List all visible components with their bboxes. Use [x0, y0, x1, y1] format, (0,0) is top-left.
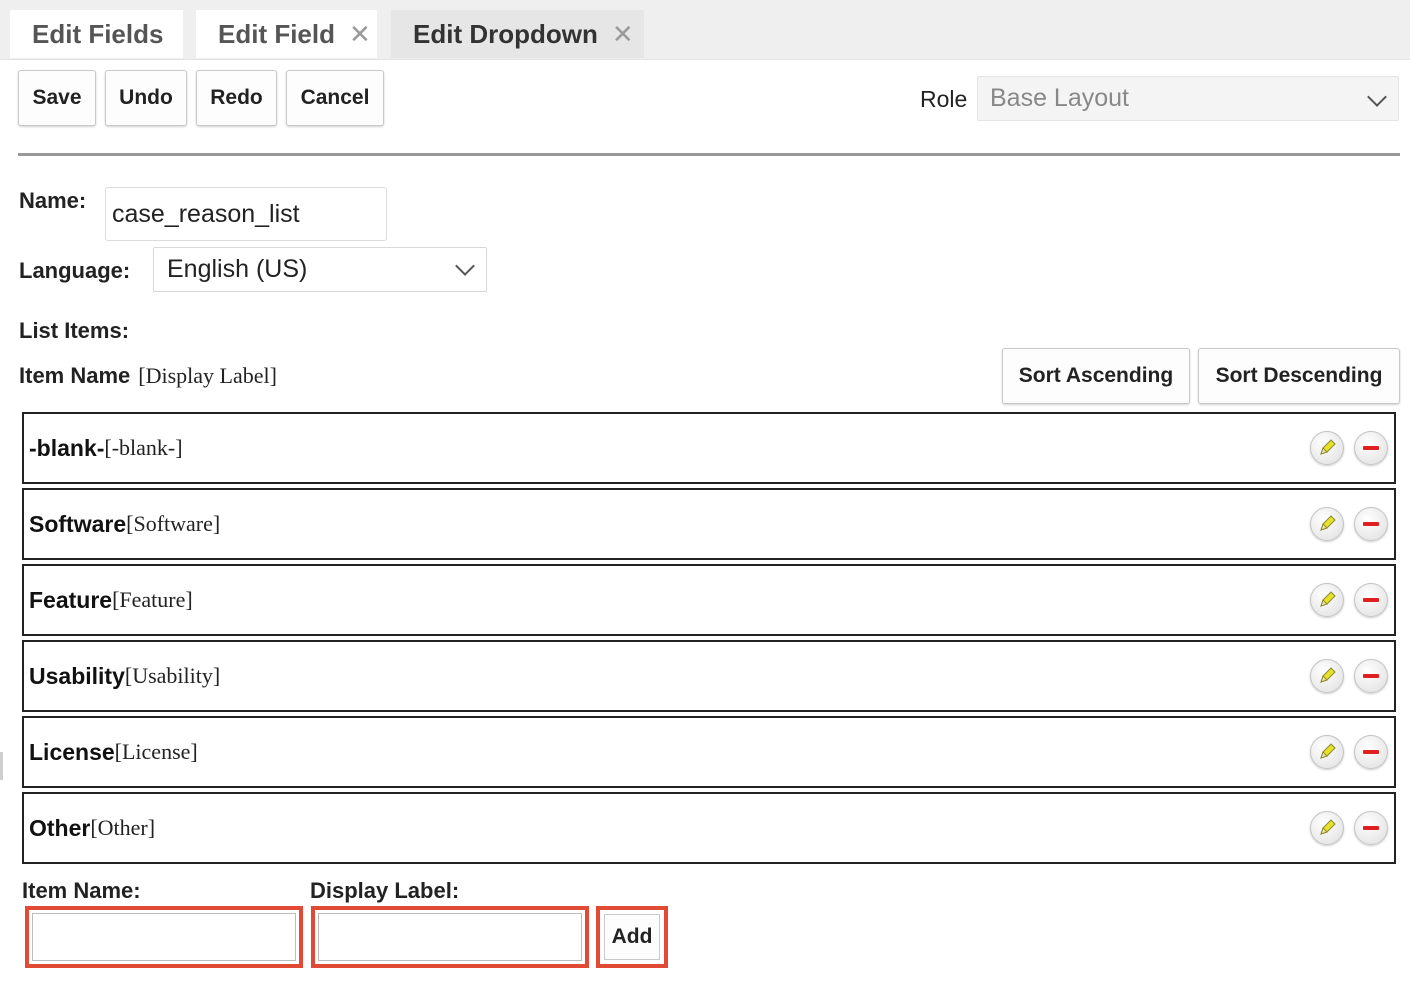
role-select-value: Base Layout: [990, 84, 1129, 112]
tab-edit-field[interactable]: Edit Field ✕: [196, 10, 377, 58]
add-button-highlight: Add: [596, 906, 668, 968]
item-name-header: Item Name: [19, 363, 131, 388]
redo-button[interactable]: Redo: [196, 70, 277, 126]
resize-handle[interactable]: [0, 752, 3, 780]
input-box: [32, 913, 296, 961]
row-actions: [1310, 507, 1388, 541]
list-item[interactable]: Software [Software]: [22, 488, 1396, 560]
item-display-label: [Other]: [90, 815, 156, 840]
toolbar-divider: [18, 153, 1400, 156]
add-button[interactable]: Add: [604, 914, 660, 960]
item-name: Feature: [29, 586, 113, 613]
close-icon[interactable]: ✕: [612, 19, 634, 50]
minus-circle-icon[interactable]: [1354, 583, 1388, 617]
row-actions: [1310, 431, 1388, 465]
pencil-icon[interactable]: [1310, 659, 1344, 693]
cancel-button[interactable]: Cancel: [286, 70, 384, 126]
display-label-input[interactable]: [311, 906, 589, 968]
display-label-label: Display Label:: [310, 878, 460, 903]
tab-label: Edit Dropdown: [413, 18, 598, 49]
list-item[interactable]: -blank- [-blank-]: [22, 412, 1396, 484]
list-item[interactable]: License [License]: [22, 716, 1396, 788]
name-label: Name:: [19, 188, 87, 213]
language-select-value: English (US): [167, 255, 308, 283]
sort-descending-button[interactable]: Sort Descending: [1198, 348, 1400, 404]
row-actions: [1310, 583, 1388, 617]
pencil-icon[interactable]: [1310, 431, 1344, 465]
row-actions: [1310, 811, 1388, 845]
display-label-header: [Display Label]: [138, 363, 277, 388]
item-name: License: [29, 738, 115, 765]
item-display-label: [-blank-]: [104, 435, 183, 460]
item-name: Usability: [29, 662, 125, 689]
pencil-icon[interactable]: [1310, 811, 1344, 845]
minus-circle-icon[interactable]: [1354, 735, 1388, 769]
input-box: [318, 913, 582, 961]
item-name: Software: [29, 510, 127, 537]
item-display-label: [Feature]: [112, 587, 193, 612]
item-name-input[interactable]: [25, 906, 303, 968]
item-display-label: [Software]: [126, 511, 221, 536]
row-actions: [1310, 735, 1388, 769]
list-item[interactable]: Usability [Usability]: [22, 640, 1396, 712]
undo-button[interactable]: Undo: [105, 70, 187, 126]
pencil-icon[interactable]: [1310, 507, 1344, 541]
name-input[interactable]: case_reason_list: [105, 187, 387, 241]
role-select[interactable]: Base Layout: [977, 76, 1399, 121]
close-icon[interactable]: ✕: [349, 19, 371, 50]
row-actions: [1310, 659, 1388, 693]
language-label: Language:: [19, 258, 131, 283]
name-input-value: case_reason_list: [112, 199, 300, 228]
item-name-label: Item Name:: [22, 878, 141, 903]
list-items-label: List Items:: [19, 318, 130, 343]
chevron-down-icon: [1367, 87, 1387, 107]
list-header: Item Name [Display Label]: [19, 363, 277, 389]
language-select[interactable]: English (US): [153, 247, 487, 292]
sort-ascending-button[interactable]: Sort Ascending: [1002, 348, 1190, 404]
list-item[interactable]: Other [Other]: [22, 792, 1396, 864]
minus-circle-icon[interactable]: [1354, 431, 1388, 465]
tab-label: Edit Field: [218, 18, 335, 49]
tab-edit-fields[interactable]: Edit Fields: [10, 10, 183, 58]
role-label: Role: [920, 86, 968, 112]
chevron-down-icon: [455, 256, 475, 276]
pencil-icon[interactable]: [1310, 583, 1344, 617]
pencil-icon[interactable]: [1310, 735, 1344, 769]
item-name: -blank-: [29, 434, 105, 461]
item-display-label: [Usability]: [124, 663, 221, 688]
minus-circle-icon[interactable]: [1354, 507, 1388, 541]
tab-bar: Edit Fields Edit Field ✕ Edit Dropdown ✕: [0, 0, 1410, 60]
item-display-label: [License]: [114, 739, 198, 764]
minus-circle-icon[interactable]: [1354, 659, 1388, 693]
tab-edit-dropdown[interactable]: Edit Dropdown ✕: [391, 10, 644, 58]
save-button[interactable]: Save: [18, 70, 96, 126]
item-name: Other: [29, 814, 91, 841]
minus-circle-icon[interactable]: [1354, 811, 1388, 845]
list-item[interactable]: Feature [Feature]: [22, 564, 1396, 636]
tab-label: Edit Fields: [32, 18, 164, 49]
